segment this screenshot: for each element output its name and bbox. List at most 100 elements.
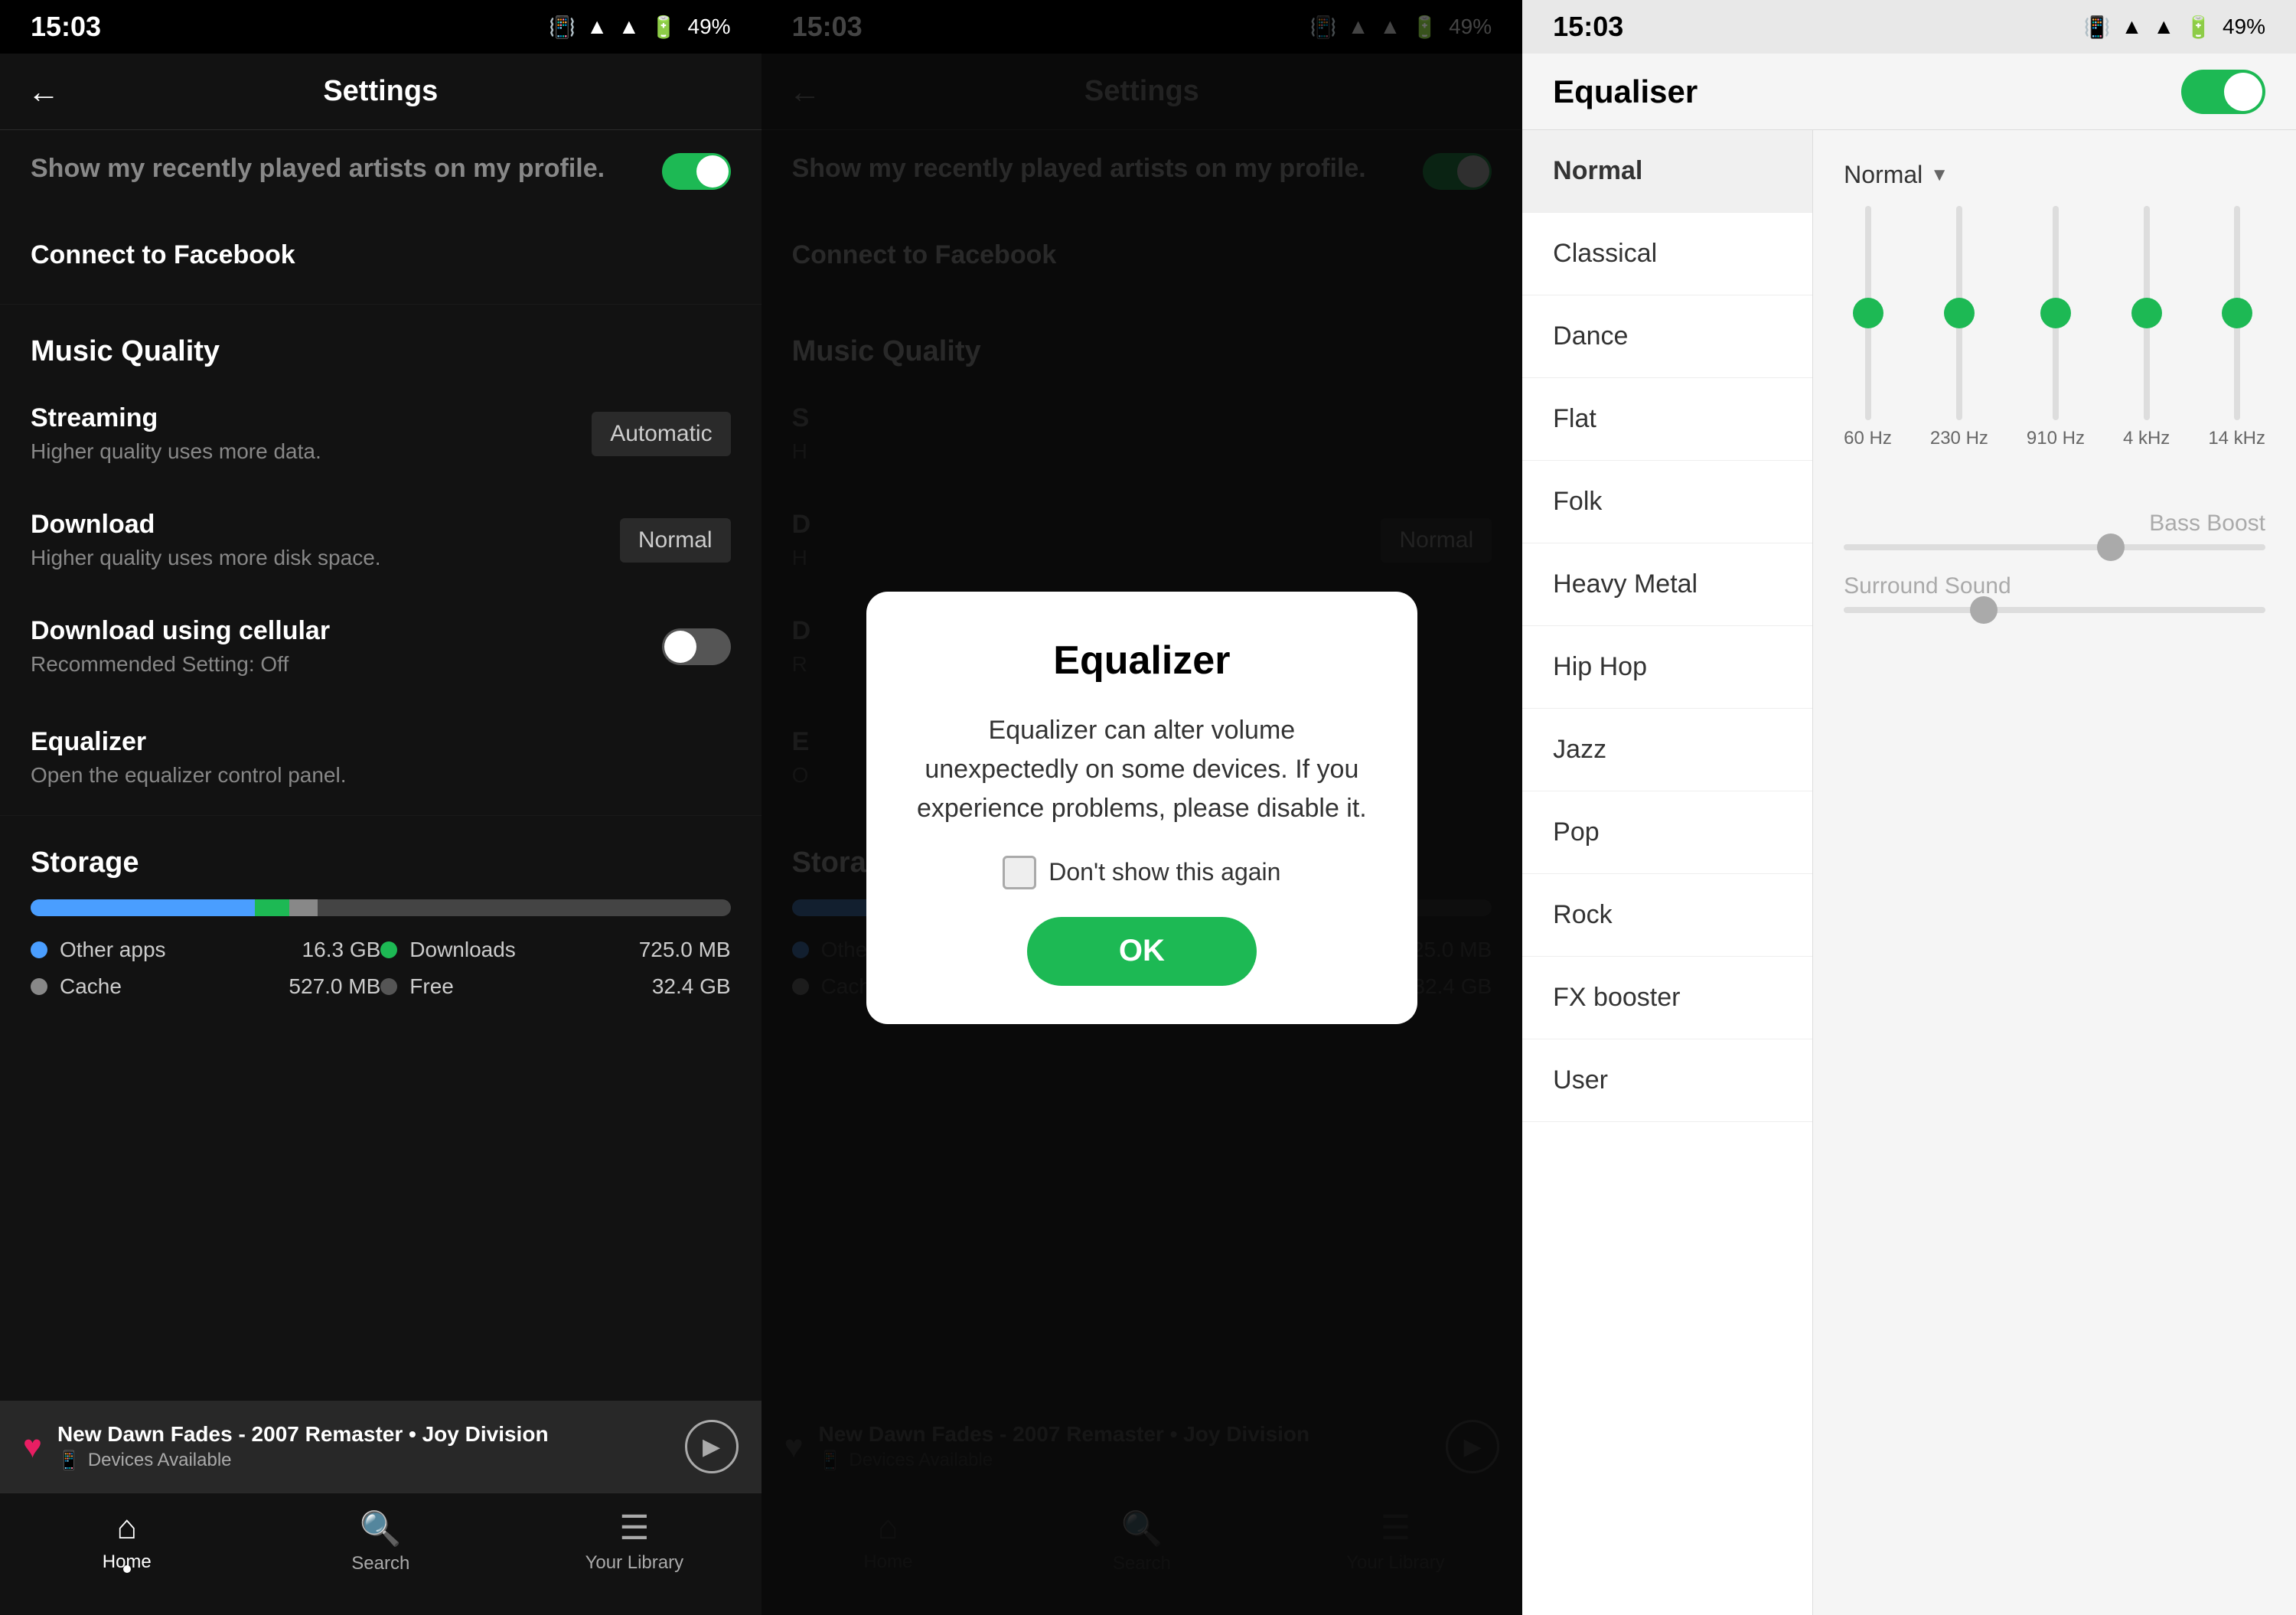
dont-show-label: Don't show this again <box>1049 858 1280 886</box>
legend-dot-free <box>380 978 397 995</box>
modal-ok-button[interactable]: OK <box>1027 917 1257 986</box>
preset-normal[interactable]: Normal <box>1522 130 1812 213</box>
nav-search-1[interactable]: 🔍 Search <box>254 1509 508 1574</box>
library-icon-1: ☰ <box>619 1509 649 1548</box>
slider-knob-60hz[interactable] <box>1853 298 1883 328</box>
cellular-label: Download using cellular <box>31 616 662 646</box>
search-icon-1: 🔍 <box>360 1509 402 1548</box>
status-time-3: 15:03 <box>1553 11 1623 43</box>
dont-show-checkbox[interactable] <box>1003 856 1036 889</box>
music-quality-section-header: Music Quality <box>0 305 762 380</box>
equalizer-desc: Open the equalizer control panel. <box>31 763 731 788</box>
heart-icon-1[interactable]: ♥ <box>23 1428 42 1465</box>
freq-label-230hz: 230 Hz <box>1930 428 1988 449</box>
equalizer-master-toggle[interactable] <box>2181 70 2265 114</box>
preset-classical[interactable]: Classical <box>1522 213 1812 295</box>
preset-dance[interactable]: Dance <box>1522 295 1812 378</box>
modal-title: Equalizer <box>1053 638 1230 684</box>
status-icons-1: 📳 ▲ ▲ 🔋 49% <box>549 15 730 40</box>
cellular-row: Download using cellular Recommended Sett… <box>0 593 762 700</box>
toggle-knob <box>696 155 729 188</box>
eq-slider-4khz: 4 kHz <box>2123 206 2170 449</box>
slider-track-14khz[interactable] <box>2234 206 2240 420</box>
legend-value-free: 32.4 GB <box>652 974 731 999</box>
eq-sliders-area: Normal ▼ 60 Hz 230 Hz <box>1813 130 2296 1615</box>
slider-knob-4khz[interactable] <box>2131 298 2162 328</box>
connect-facebook-item[interactable]: Connect to Facebook <box>0 213 762 305</box>
slider-track-4khz[interactable] <box>2144 206 2150 420</box>
download-row: Download Higher quality uses more disk s… <box>0 487 762 593</box>
freq-label-910hz: 910 Hz <box>2027 428 2085 449</box>
surround-sound-knob[interactable] <box>1970 596 1998 624</box>
vibrate-icon-1: 📳 <box>549 15 576 40</box>
preset-rock[interactable]: Rock <box>1522 874 1812 957</box>
bottom-nav-1: ⌂ Home 🔍 Search ☰ Your Library <box>0 1493 762 1615</box>
preset-heavy-metal[interactable]: Heavy Metal <box>1522 543 1812 626</box>
play-button-1[interactable]: ▶ <box>685 1420 739 1473</box>
slider-knob-230hz[interactable] <box>1944 298 1975 328</box>
modal-overlay: Equalizer Equalizer can alter volume une… <box>762 0 1523 1615</box>
eq-slider-14khz: 14 kHz <box>2208 206 2265 449</box>
cellular-toggle-knob <box>664 631 696 663</box>
eq-slider-910hz: 910 Hz <box>2027 206 2085 449</box>
preset-hip-hop[interactable]: Hip Hop <box>1522 626 1812 709</box>
streaming-value[interactable]: Automatic <box>592 412 730 456</box>
slider-track-230hz[interactable] <box>1956 206 1962 420</box>
now-playing-info-1: New Dawn Fades - 2007 Remaster • Joy Div… <box>57 1422 670 1472</box>
streaming-desc: Higher quality uses more data. <box>31 439 592 464</box>
modal-checkbox-row: Don't show this again <box>1003 856 1280 889</box>
legend-label-cache: Cache <box>60 974 276 999</box>
bass-boost-slider[interactable] <box>1844 544 2265 550</box>
status-icons-3: 📳 ▲ ▲ 🔋 49% <box>2084 15 2265 40</box>
nav-library-label-1: Your Library <box>585 1552 684 1574</box>
recently-played-label: Show my recently played artists on my pr… <box>31 154 662 184</box>
freq-label-4khz: 4 kHz <box>2123 428 2170 449</box>
slider-track-910hz[interactable] <box>2053 206 2059 420</box>
bass-boost-knob[interactable] <box>2097 533 2125 561</box>
settings-title-1: Settings <box>323 75 438 108</box>
eq-preset-dropdown[interactable]: Normal ▼ <box>1844 161 2265 189</box>
battery-pct-3: 49% <box>2223 15 2265 39</box>
recently-played-toggle[interactable] <box>662 153 731 190</box>
preset-folk[interactable]: Folk <box>1522 461 1812 543</box>
storage-legend: Other apps 16.3 GB Downloads 725.0 MB Ca… <box>0 938 762 999</box>
panel-settings: 15:03 📳 ▲ ▲ 🔋 49% ← Settings Show my rec… <box>0 0 762 1615</box>
legend-dot-other-apps <box>31 941 47 958</box>
storage-title: Storage <box>31 847 731 879</box>
now-playing-bar-1[interactable]: ♥ New Dawn Fades - 2007 Remaster • Joy D… <box>0 1401 762 1493</box>
streaming-label: Streaming <box>31 403 592 433</box>
status-bar-3: 15:03 📳 ▲ ▲ 🔋 49% <box>1522 0 2296 54</box>
streaming-row: Streaming Higher quality uses more data.… <box>0 380 762 487</box>
battery-icon-3: 🔋 <box>2185 15 2212 40</box>
home-icon-1: ⌂ <box>116 1509 137 1547</box>
legend-value-cache: 527.0 MB <box>289 974 380 999</box>
equalizer-item[interactable]: Equalizer Open the equalizer control pan… <box>0 700 762 816</box>
download-value[interactable]: Normal <box>620 518 731 563</box>
eq-slider-230hz: 230 Hz <box>1930 206 1988 449</box>
preset-pop[interactable]: Pop <box>1522 791 1812 874</box>
nav-home-1[interactable]: ⌂ Home <box>0 1509 254 1573</box>
surround-sound-label: Surround Sound <box>1844 573 2265 599</box>
cellular-toggle[interactable] <box>662 628 731 665</box>
music-quality-title: Music Quality <box>31 335 731 368</box>
preset-jazz[interactable]: Jazz <box>1522 709 1812 791</box>
status-time-1: 15:03 <box>31 11 101 43</box>
back-button-1[interactable]: ← <box>28 73 60 110</box>
slider-track-60hz[interactable] <box>1865 206 1871 420</box>
devices-icon-1: 📱 <box>57 1450 80 1472</box>
eq-preset-list: Normal Classical Dance Flat Folk Heavy M… <box>1522 130 1813 1615</box>
legend-downloads: Downloads 725.0 MB <box>380 938 730 962</box>
preset-flat[interactable]: Flat <box>1522 378 1812 461</box>
preset-fx-booster[interactable]: FX booster <box>1522 957 1812 1039</box>
legend-label-free: Free <box>409 974 640 999</box>
surround-sound-slider[interactable] <box>1844 607 2265 613</box>
vibrate-icon-3: 📳 <box>2084 15 2111 40</box>
eq-content: Normal Classical Dance Flat Folk Heavy M… <box>1522 130 2296 1615</box>
surround-sound-section: Surround Sound <box>1844 550 2265 613</box>
download-label: Download <box>31 510 620 540</box>
slider-knob-14khz[interactable] <box>2222 298 2252 328</box>
freq-label-60hz: 60 Hz <box>1844 428 1892 449</box>
preset-user[interactable]: User <box>1522 1039 1812 1122</box>
slider-knob-910hz[interactable] <box>2040 298 2071 328</box>
nav-library-1[interactable]: ☰ Your Library <box>507 1509 762 1574</box>
